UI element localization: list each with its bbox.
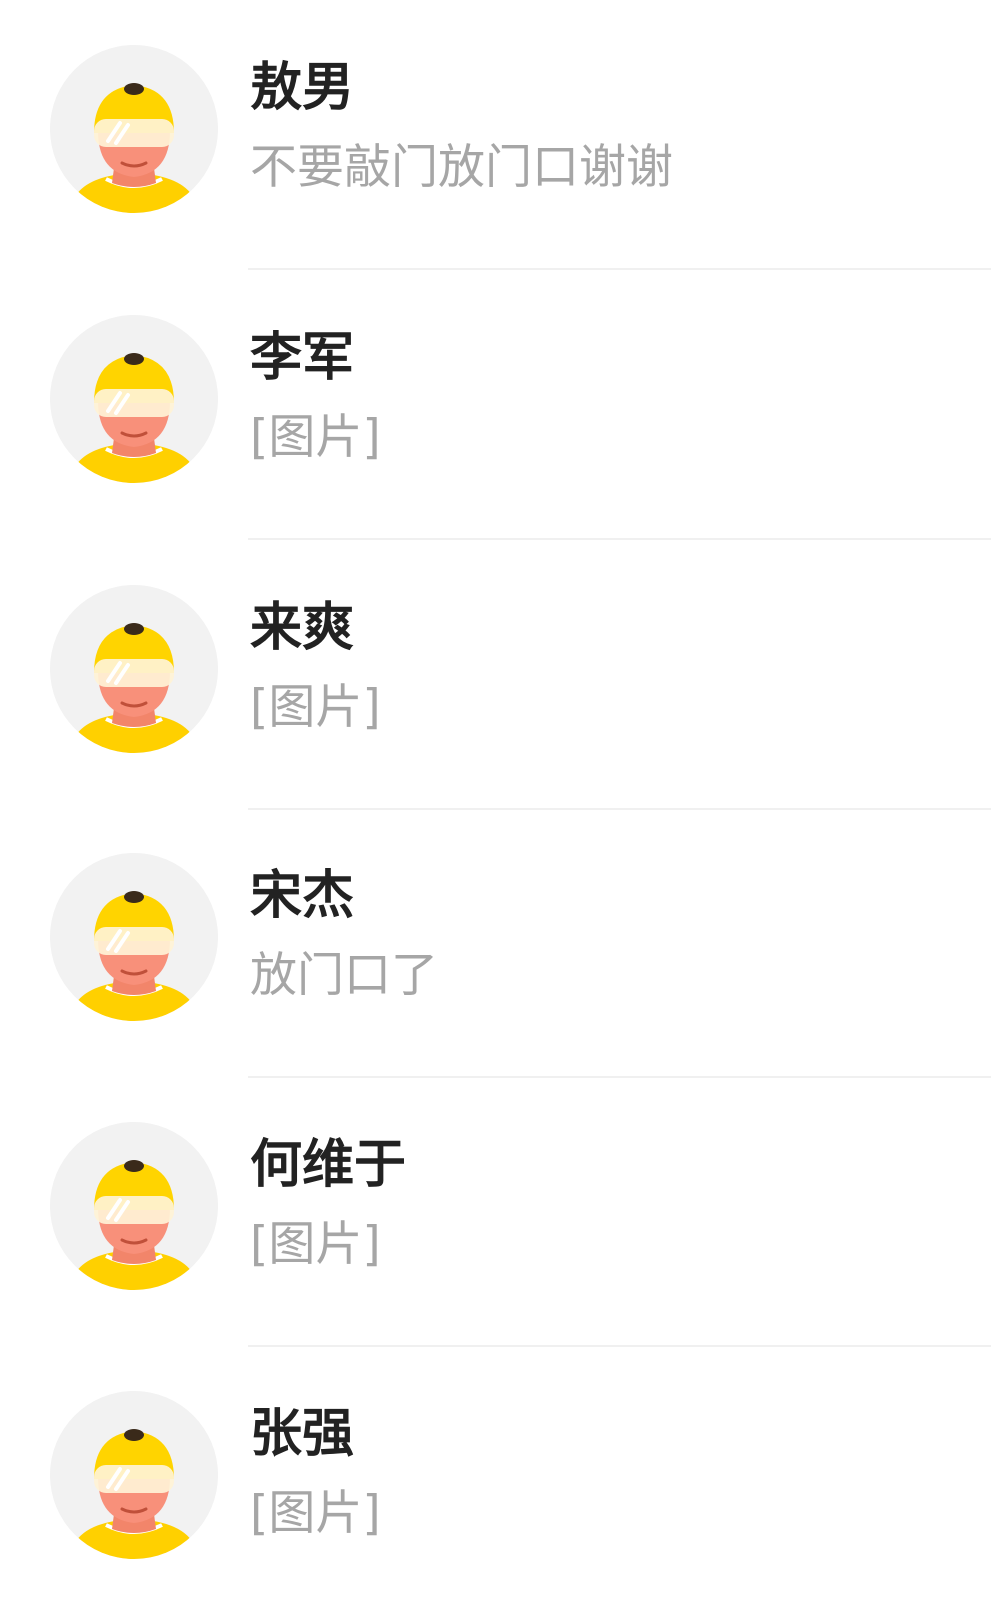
chat-list: 敖男 不要敲门放门口谢谢 李军 [图片] 来爽 [图片] 宋杰 放门口了 何维于… bbox=[0, 0, 991, 1597]
last-message-preview: 放门口了 bbox=[250, 948, 438, 1003]
contact-name: 李军 bbox=[250, 328, 355, 388]
courier-avatar-icon bbox=[50, 315, 218, 483]
contact-name: 来爽 bbox=[250, 598, 355, 658]
courier-avatar-icon bbox=[50, 45, 218, 213]
chat-item[interactable]: 李军 [图片] bbox=[0, 270, 991, 540]
contact-name: 宋杰 bbox=[250, 866, 355, 926]
last-message-preview: [图片] bbox=[250, 410, 381, 465]
last-message-preview: 不要敲门放门口谢谢 bbox=[250, 140, 673, 195]
chat-item[interactable]: 来爽 [图片] bbox=[0, 540, 991, 810]
chat-item[interactable]: 张强 [图片] bbox=[0, 1346, 991, 1597]
courier-avatar-icon bbox=[50, 853, 218, 1021]
contact-name: 敖男 bbox=[250, 58, 355, 118]
last-message-preview: [图片] bbox=[250, 680, 381, 735]
courier-avatar-icon bbox=[50, 1122, 218, 1290]
contact-name: 何维于 bbox=[250, 1135, 407, 1195]
chat-item[interactable]: 敖男 不要敲门放门口谢谢 bbox=[0, 0, 991, 270]
courier-avatar-icon bbox=[50, 585, 218, 753]
contact-name: 张强 bbox=[250, 1404, 355, 1464]
last-message-preview: [图片] bbox=[250, 1486, 381, 1541]
courier-avatar-icon bbox=[50, 1391, 218, 1559]
chat-item[interactable]: 何维于 [图片] bbox=[0, 1077, 991, 1347]
last-message-preview: [图片] bbox=[250, 1217, 381, 1272]
chat-item[interactable]: 宋杰 放门口了 bbox=[0, 808, 991, 1078]
